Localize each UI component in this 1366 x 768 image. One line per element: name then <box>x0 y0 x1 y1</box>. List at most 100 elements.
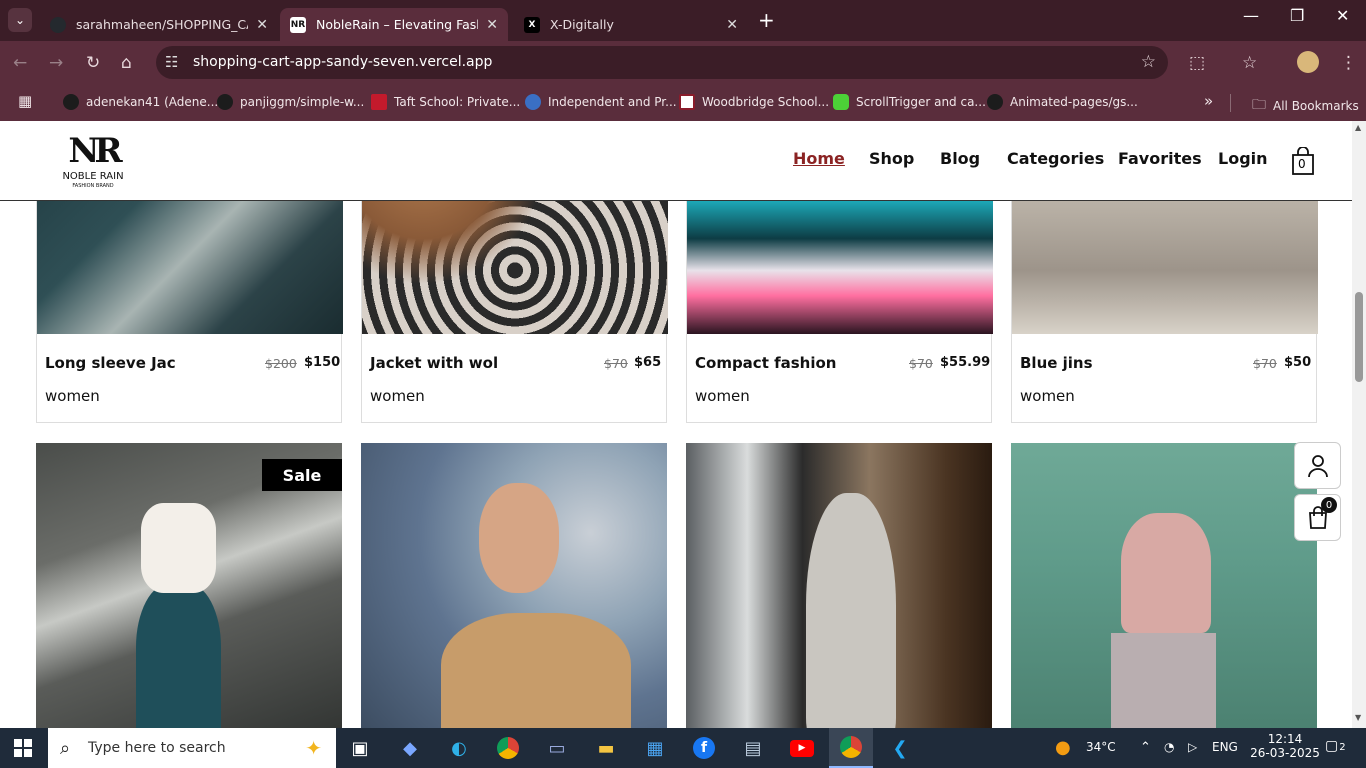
terminal-icon[interactable]: ▭ <box>540 734 574 762</box>
all-bookmarks-button[interactable]: 🗀 All Bookmarks <box>1252 94 1359 118</box>
url-text[interactable]: shopping-cart-app-sandy-seven.vercel.app <box>193 54 492 70</box>
home-icon[interactable]: ⌂ <box>121 53 132 73</box>
back-icon[interactable]: ← <box>13 53 27 73</box>
bookmark-item[interactable]: Taft School: Private... <box>371 94 520 110</box>
forward-icon[interactable]: → <box>49 53 63 73</box>
nav-categories[interactable]: Categories <box>1007 149 1104 168</box>
product-name: Jacket with wol <box>370 354 499 372</box>
browser-toolbar: ← → ↻ ⌂ ☷ shopping-cart-app-sandy-seven.… <box>0 41 1366 85</box>
nav-blog[interactable]: Blog <box>940 149 980 168</box>
bookmark-item[interactable]: adenekan41 (Adene... <box>63 94 218 110</box>
minimize-icon[interactable]: — <box>1243 6 1259 25</box>
site-logo[interactable]: NR NOBLE RAIN FASHION BRAND <box>58 131 128 195</box>
product-name: Long sleeve Jac <box>45 354 176 372</box>
language-indicator[interactable]: ENG <box>1212 740 1238 754</box>
scroll-down-icon[interactable]: ▼ <box>1355 713 1361 722</box>
tab-github[interactable]: sarahmaheen/SHOPPING_CART ✕ <box>40 8 278 41</box>
scroll-up-icon[interactable]: ▲ <box>1355 123 1361 132</box>
bookmark-label: Taft School: Private... <box>394 95 521 109</box>
tray-chevron-icon[interactable]: ⌃ <box>1140 740 1151 755</box>
close-window-icon[interactable]: ✕ <box>1336 6 1349 25</box>
logo-mark: NR <box>68 131 122 171</box>
taskbar-search-box[interactable]: ⌕ Type here to search ✦ <box>48 728 336 768</box>
apps-grid-icon[interactable]: ▦ <box>18 92 32 110</box>
notification-icon[interactable]: ▢2 <box>1325 738 1346 754</box>
product-price: $150 <box>304 355 341 370</box>
sweater-shape <box>1121 513 1211 633</box>
github-icon <box>217 94 233 110</box>
reload-icon[interactable]: ↻ <box>86 53 100 73</box>
product-name: Blue jins <box>1020 354 1093 372</box>
website-viewport: NR NOBLE RAIN FASHION BRAND Home Shop Bl… <box>0 121 1366 728</box>
copilot-icon[interactable]: ◆ <box>393 734 427 762</box>
volume-icon[interactable]: ▷ <box>1188 740 1197 754</box>
bookmark-label: panjiggm/simple-w... <box>240 95 365 109</box>
bookmark-item[interactable]: Animated-pages/gs... <box>987 94 1138 110</box>
product-image[interactable] <box>361 443 667 728</box>
bookmark-item[interactable]: Independent and Pr... <box>525 94 677 110</box>
bookmark-label: Animated-pages/gs... <box>1010 95 1138 109</box>
new-tab-button[interactable]: + <box>758 8 775 32</box>
github-icon <box>50 16 66 33</box>
weather-icon[interactable]: ● <box>1055 737 1071 758</box>
profile-avatar[interactable] <box>1297 51 1319 73</box>
sale-badge: Sale <box>262 459 342 491</box>
bookmark-star-icon[interactable]: ☆ <box>1141 52 1156 72</box>
network-icon[interactable]: ◔ <box>1164 740 1174 754</box>
nav-favorites[interactable]: Favorites <box>1118 149 1202 168</box>
menu-icon[interactable]: ⋮ <box>1340 53 1357 73</box>
address-bar[interactable]: ☷ shopping-cart-app-sandy-seven.vercel.a… <box>156 46 1168 79</box>
store-icon[interactable]: ▦ <box>638 734 672 762</box>
bookmarks-icon[interactable]: ☆ <box>1242 53 1257 73</box>
tab-x-digitally[interactable]: X X-Digitally ✕ <box>514 8 748 41</box>
close-tab-icon[interactable]: ✕ <box>256 17 268 33</box>
cart-bag-button[interactable]: 0 <box>1291 146 1315 175</box>
weather-temp[interactable]: 34°C <box>1086 740 1116 754</box>
product-category: women <box>45 387 100 405</box>
bookmark-label: ScrollTrigger and ca... <box>856 95 986 109</box>
bookmark-item[interactable]: ScrollTrigger and ca... <box>833 94 986 110</box>
chrome-icon[interactable] <box>491 734 525 762</box>
hijab-figure-shape <box>806 493 896 728</box>
nav-home[interactable]: Home <box>793 149 845 168</box>
extensions-icon[interactable]: ⬚ <box>1189 53 1205 73</box>
folder-icon: 🗀 <box>1252 97 1266 113</box>
tab-noblerain[interactable]: NR NobleRain – Elevating Fashion w ✕ <box>280 8 508 41</box>
calculator-icon[interactable]: ▤ <box>736 734 770 762</box>
cart-float-button[interactable]: 0 <box>1294 494 1341 541</box>
page-scrollbar[interactable]: ▲ ▼ <box>1352 121 1366 728</box>
tab-search-button[interactable]: ⌄ <box>8 8 32 32</box>
old-price: $70 <box>1253 356 1277 371</box>
product-card[interactable] <box>361 443 667 728</box>
tab-title: X-Digitally <box>550 17 614 32</box>
nav-shop[interactable]: Shop <box>869 149 914 168</box>
bookmark-item[interactable]: panjiggm/simple-w... <box>217 94 364 110</box>
restore-icon[interactable]: ❐ <box>1290 6 1304 25</box>
product-card[interactable] <box>686 443 992 728</box>
product-card[interactable]: Sale <box>36 443 342 728</box>
product-image[interactable] <box>686 443 992 728</box>
product-image[interactable] <box>1011 443 1317 728</box>
chrome-profile-icon[interactable] <box>829 728 873 768</box>
nav-login[interactable]: Login <box>1218 149 1268 168</box>
vscode-icon[interactable]: ❮ <box>883 734 917 762</box>
youtube-icon[interactable]: ▶ <box>785 734 819 762</box>
school-icon <box>525 94 541 110</box>
github-icon <box>987 94 1003 110</box>
windows-start-icon[interactable] <box>14 739 32 757</box>
facebook-icon[interactable]: f <box>687 734 721 762</box>
task-view-icon[interactable]: ▣ <box>343 734 377 762</box>
scrollbar-thumb[interactable] <box>1355 292 1363 382</box>
edge-icon[interactable]: ◐ <box>442 734 476 762</box>
bookmark-item[interactable]: Woodbridge School... <box>679 94 829 110</box>
tab-title: NobleRain – Elevating Fashion w <box>316 17 478 32</box>
more-bookmarks-icon[interactable]: » <box>1204 92 1213 110</box>
product-card[interactable] <box>1011 443 1317 728</box>
user-icon <box>1307 454 1328 477</box>
file-explorer-icon[interactable]: ▬ <box>589 734 623 762</box>
close-tab-icon[interactable]: ✕ <box>726 17 738 33</box>
clock[interactable]: 12:14 26-03-2025 <box>1250 732 1320 760</box>
account-float-button[interactable] <box>1294 442 1341 489</box>
close-tab-icon[interactable]: ✕ <box>486 17 498 33</box>
site-info-icon[interactable]: ☷ <box>165 53 178 71</box>
